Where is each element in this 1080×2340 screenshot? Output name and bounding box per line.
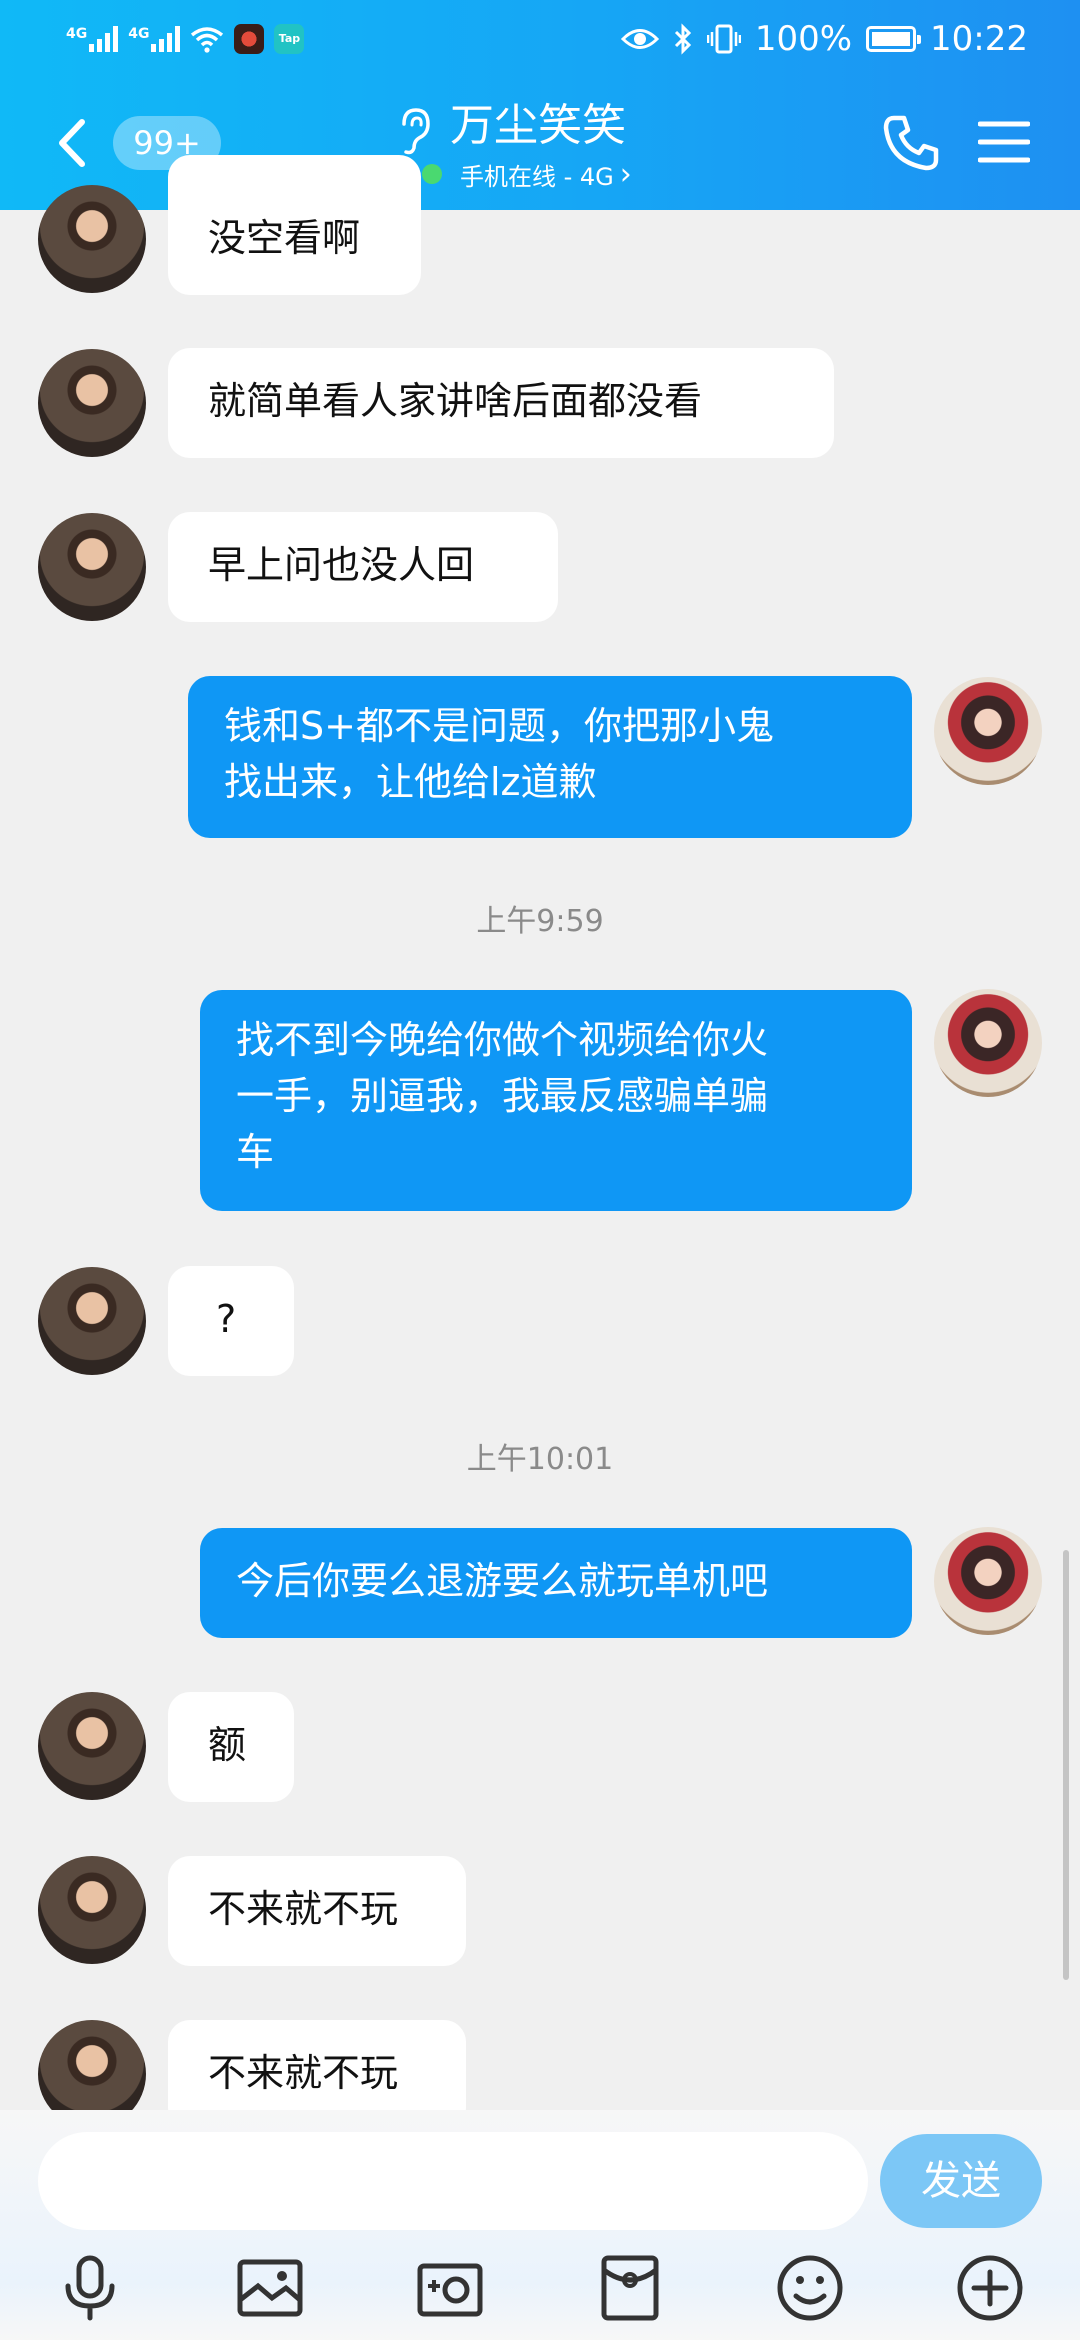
contact-avatar[interactable] xyxy=(38,185,146,293)
microphone-icon[interactable] xyxy=(52,2250,128,2326)
phone-call-icon[interactable] xyxy=(880,112,942,174)
my-avatar[interactable] xyxy=(934,1527,1042,1635)
chat-header: 4G 4G Tap 100% 10:22 99+ 万尘笑笑 手机在线 - 4G … xyxy=(0,0,1080,210)
cell-signal-1-icon: 4G xyxy=(66,26,119,52)
contact-online-status[interactable]: 手机在线 - 4G › xyxy=(422,156,632,192)
incoming-message[interactable]: 就简单看人家讲啥后面都没看 xyxy=(168,348,834,458)
outgoing-message[interactable]: 找不到今晚给你做个视频给你火 一手，别逼我，我最反感骗单骗 车 xyxy=(200,990,912,1211)
contact-avatar[interactable] xyxy=(38,1692,146,1800)
incoming-message[interactable]: 早上问也没人回 xyxy=(168,512,558,622)
battery-percent: 100% xyxy=(754,19,853,59)
status-bar-left: 4G 4G Tap xyxy=(66,14,305,64)
signal-2-label: 4G xyxy=(128,26,150,42)
status-text: 手机在线 - 4G xyxy=(460,162,614,191)
contact-name[interactable]: 万尘笑笑 xyxy=(450,96,626,156)
incoming-message[interactable]: ? xyxy=(168,1266,294,1376)
camera-icon[interactable] xyxy=(412,2250,488,2326)
emoji-icon[interactable] xyxy=(772,2250,848,2326)
contact-avatar[interactable] xyxy=(38,1856,146,1964)
outgoing-message[interactable]: 今后你要么退游要么就玩单机吧 xyxy=(200,1528,912,1638)
contact-avatar[interactable] xyxy=(38,349,146,457)
incoming-message[interactable]: 没空看啊 xyxy=(168,155,421,295)
my-avatar[interactable] xyxy=(934,989,1042,1097)
message-timestamp: 上午10:01 xyxy=(466,1442,614,1477)
image-icon[interactable] xyxy=(232,2250,308,2326)
contact-avatar[interactable] xyxy=(38,1267,146,1375)
vibrate-icon xyxy=(706,24,741,54)
incoming-message[interactable]: 不来就不玩 xyxy=(168,1856,466,1966)
input-area: 发送 xyxy=(0,2110,1080,2340)
clock: 10:22 xyxy=(930,19,1028,59)
wifi-icon xyxy=(191,27,224,53)
incoming-message[interactable]: 额 xyxy=(168,1692,294,1802)
message-input[interactable] xyxy=(38,2132,868,2230)
red-packet-icon[interactable] xyxy=(592,2250,668,2326)
earpiece-mode-icon[interactable] xyxy=(394,106,434,156)
game-app-icon xyxy=(234,24,265,54)
outgoing-message[interactable]: 钱和S+都不是问题，你把那小鬼 找出来，让他给lz道歉 xyxy=(188,676,912,838)
my-avatar[interactable] xyxy=(934,677,1042,785)
message-timestamp: 上午9:59 xyxy=(476,904,604,939)
eye-comfort-icon xyxy=(620,29,659,49)
back-icon[interactable] xyxy=(52,118,92,168)
signal-1-label: 4G xyxy=(66,26,88,42)
send-button[interactable]: 发送 xyxy=(880,2134,1042,2228)
contact-avatar[interactable] xyxy=(38,513,146,621)
menu-icon[interactable] xyxy=(978,118,1030,166)
scrollbar[interactable] xyxy=(1063,1550,1069,1980)
online-dot-icon xyxy=(422,164,442,184)
bluetooth-icon xyxy=(674,23,691,55)
plus-icon[interactable] xyxy=(952,2250,1028,2326)
tap-app-icon: Tap xyxy=(274,24,305,54)
cell-signal-2-icon: 4G xyxy=(128,26,181,52)
status-chevron-icon: › xyxy=(619,156,632,192)
status-bar-right: 100% 10:22 xyxy=(620,14,1028,64)
battery-icon xyxy=(866,26,922,52)
